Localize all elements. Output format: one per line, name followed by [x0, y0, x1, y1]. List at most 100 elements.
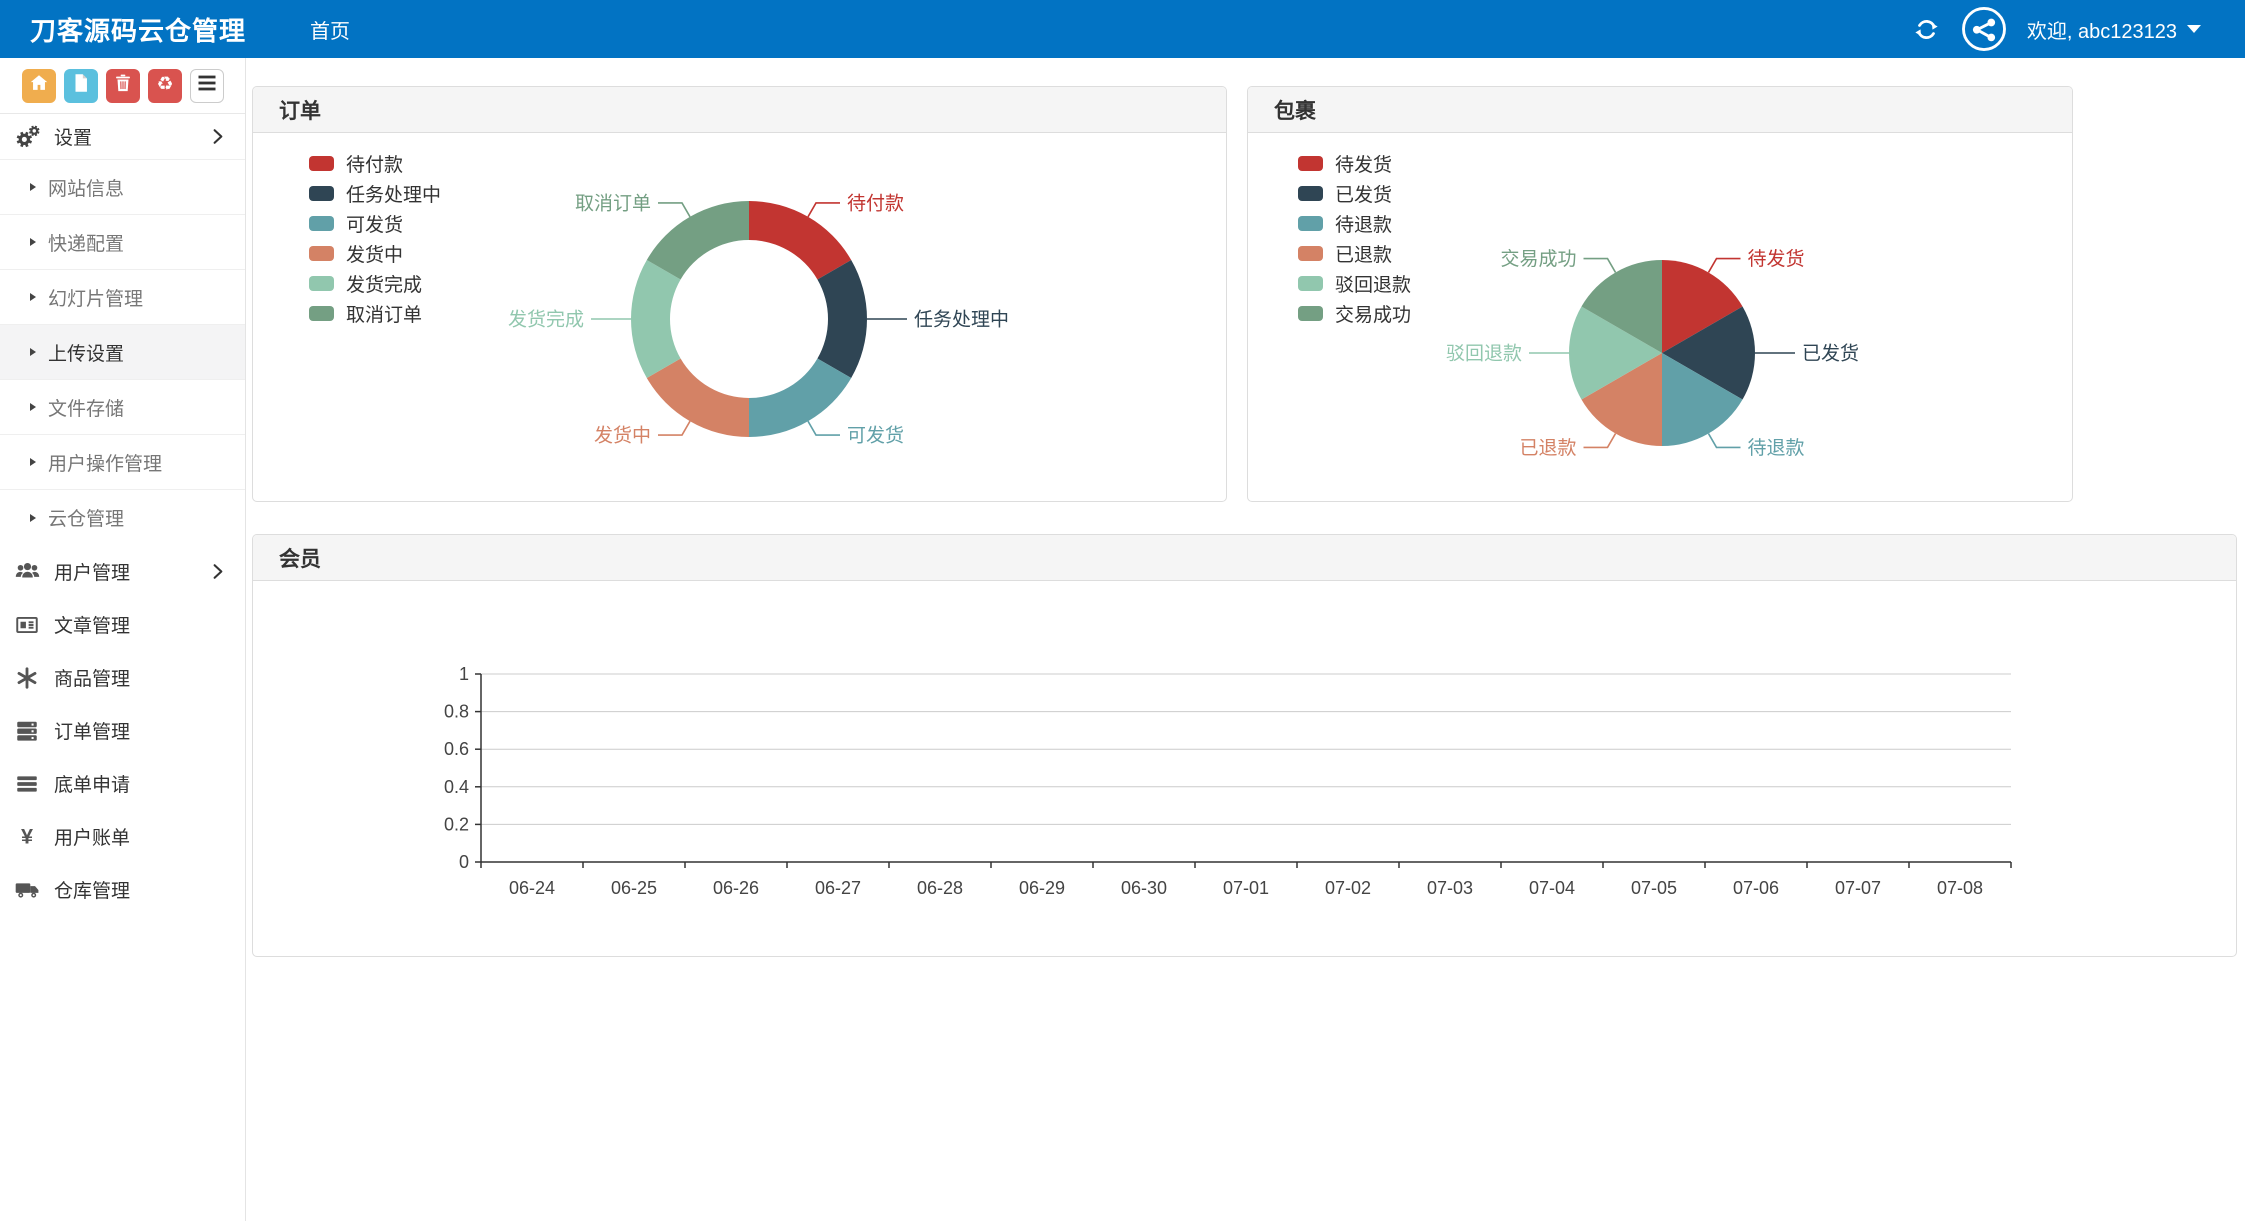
x-tick-label: 06-30 [1121, 878, 1167, 898]
legend-item[interactable]: 可发货 [309, 213, 441, 234]
y-tick-label: 0.2 [444, 814, 469, 834]
legend-item[interactable]: 已发货 [1298, 183, 1411, 204]
asterisk-icon [12, 665, 42, 691]
pie-slice[interactable] [817, 260, 867, 378]
caret-right-icon [30, 458, 36, 466]
pie-label-line [808, 203, 840, 217]
sidebar-item[interactable]: 文章管理 [0, 598, 245, 651]
avatar[interactable] [1961, 6, 2007, 52]
legend-swatch [309, 276, 334, 291]
chevron-right-icon [206, 560, 229, 583]
pie-slice[interactable] [631, 260, 681, 378]
legend-swatch [1298, 246, 1323, 261]
packages-legend: 待发货已发货待退款已退款驳回退款交易成功 [1298, 153, 1411, 324]
truck-icon [12, 876, 42, 903]
legend-item[interactable]: 待付款 [309, 153, 441, 174]
sidebar-item[interactable]: 用户操作管理 [0, 435, 245, 490]
pie-label: 待发货 [1748, 248, 1805, 270]
sidebar-item[interactable]: 幻灯片管理 [0, 270, 245, 325]
sidebar-item-label: 上传设置 [48, 339, 124, 366]
sidebar-item[interactable]: 文件存储 [0, 380, 245, 435]
y-tick-label: 0.8 [444, 702, 469, 722]
orders-panel-body: 待付款任务处理中可发货发货中发货完成取消订单 待付款任务处理中可发货发货中发货完… [253, 133, 1226, 500]
caret-right-icon [30, 348, 36, 356]
sidebar-item-label: 快递配置 [48, 229, 124, 256]
quick-home-button[interactable] [22, 69, 56, 103]
x-tick-label: 06-29 [1019, 878, 1065, 898]
y-tick-label: 1 [459, 664, 469, 684]
x-tick-label: 06-25 [611, 878, 657, 898]
legend-label: 待付款 [346, 150, 403, 177]
sidebar-item[interactable]: 上传设置 [0, 325, 245, 380]
legend-item[interactable]: 已退款 [1298, 243, 1411, 264]
legend-label: 发货中 [346, 240, 403, 267]
sidebar-item[interactable]: 快递配置 [0, 215, 245, 270]
legend-label: 任务处理中 [346, 180, 441, 207]
legend-item[interactable]: 取消订单 [309, 303, 441, 324]
server-icon [12, 718, 42, 744]
welcome-text: 欢迎, abc123123 [2027, 15, 2177, 44]
quick-file-button[interactable] [64, 69, 98, 103]
sidebar: ♻︎ 设置网站信息快递配置幻灯片管理上传设置文件存储用户操作管理云仓管理用户管理… [0, 58, 246, 1221]
sidebar-item[interactable]: 设置 [0, 114, 245, 160]
pie-label-line [808, 421, 840, 435]
pie-label: 待付款 [847, 192, 904, 214]
y-tick-label: 0 [459, 852, 469, 872]
caret-right-icon [30, 183, 36, 191]
sidebar-item-label: 用户操作管理 [48, 449, 162, 476]
legend-label: 待发货 [1335, 150, 1392, 177]
sidebar-quick-actions: ♻︎ [0, 58, 245, 114]
sidebar-item-label: 用户账单 [54, 823, 130, 850]
pie-label: 已退款 [1519, 437, 1576, 459]
pie-slice[interactable] [647, 359, 749, 438]
legend-item[interactable]: 驳回退款 [1298, 273, 1411, 294]
x-tick-label: 07-05 [1631, 878, 1677, 898]
quick-list-button[interactable] [190, 69, 224, 103]
legend-item[interactable]: 交易成功 [1298, 303, 1411, 324]
svg-text:♻︎: ♻︎ [156, 74, 173, 95]
legend-item[interactable]: 任务处理中 [309, 183, 441, 204]
file-icon [70, 72, 92, 99]
pie-slice[interactable] [749, 201, 851, 280]
legend-swatch [1298, 276, 1323, 291]
x-tick-label: 07-08 [1937, 878, 1983, 898]
sidebar-item-label: 商品管理 [54, 664, 130, 691]
nav-item-home[interactable]: 首页 [302, 0, 358, 58]
y-tick-label: 0.4 [444, 777, 469, 797]
sidebar-item[interactable]: ¥用户账单 [0, 810, 245, 863]
legend-item[interactable]: 发货中 [309, 243, 441, 264]
x-tick-label: 06-26 [713, 878, 759, 898]
pie-slice[interactable] [647, 201, 749, 280]
x-tick-label: 06-28 [917, 878, 963, 898]
legend-item[interactable]: 发货完成 [309, 273, 441, 294]
main-content: 订单 待付款任务处理中可发货发货中发货完成取消订单 待付款任务处理中可发货发货中… [246, 58, 2245, 1221]
gears-icon [12, 123, 42, 150]
sidebar-item[interactable]: 云仓管理 [0, 490, 245, 545]
sidebar-item[interactable]: 底单申请 [0, 757, 245, 810]
pie-label: 驳回退款 [1446, 343, 1522, 365]
pie-label: 取消订单 [575, 192, 651, 214]
sidebar-item-label: 用户管理 [54, 558, 130, 585]
sidebar-item[interactable]: 仓库管理 [0, 863, 245, 916]
sidebar-item[interactable]: 网站信息 [0, 160, 245, 215]
users-icon [12, 558, 42, 585]
pie-label: 可发货 [847, 425, 904, 447]
legend-label: 待退款 [1335, 210, 1392, 237]
legend-item[interactable]: 待退款 [1298, 213, 1411, 234]
pie-slice[interactable] [749, 359, 851, 438]
bars-icon [12, 771, 42, 797]
sidebar-item[interactable]: 商品管理 [0, 651, 245, 704]
pie-label-line [1709, 434, 1741, 448]
user-dropdown[interactable]: 欢迎, abc123123 [2027, 15, 2201, 44]
legend-item[interactable]: 待发货 [1298, 153, 1411, 174]
sidebar-item-label: 底单申请 [54, 770, 130, 797]
sidebar-item[interactable]: 订单管理 [0, 704, 245, 757]
trash-icon [112, 72, 134, 99]
legend-swatch [309, 246, 334, 261]
refresh-icon[interactable] [1913, 15, 1941, 43]
quick-recycle-button[interactable]: ♻︎ [148, 69, 182, 103]
quick-trash-button[interactable] [106, 69, 140, 103]
sidebar-item[interactable]: 用户管理 [0, 545, 245, 598]
legend-label: 可发货 [346, 210, 403, 237]
app-title: 刀客源码云仓管理 [30, 11, 246, 48]
